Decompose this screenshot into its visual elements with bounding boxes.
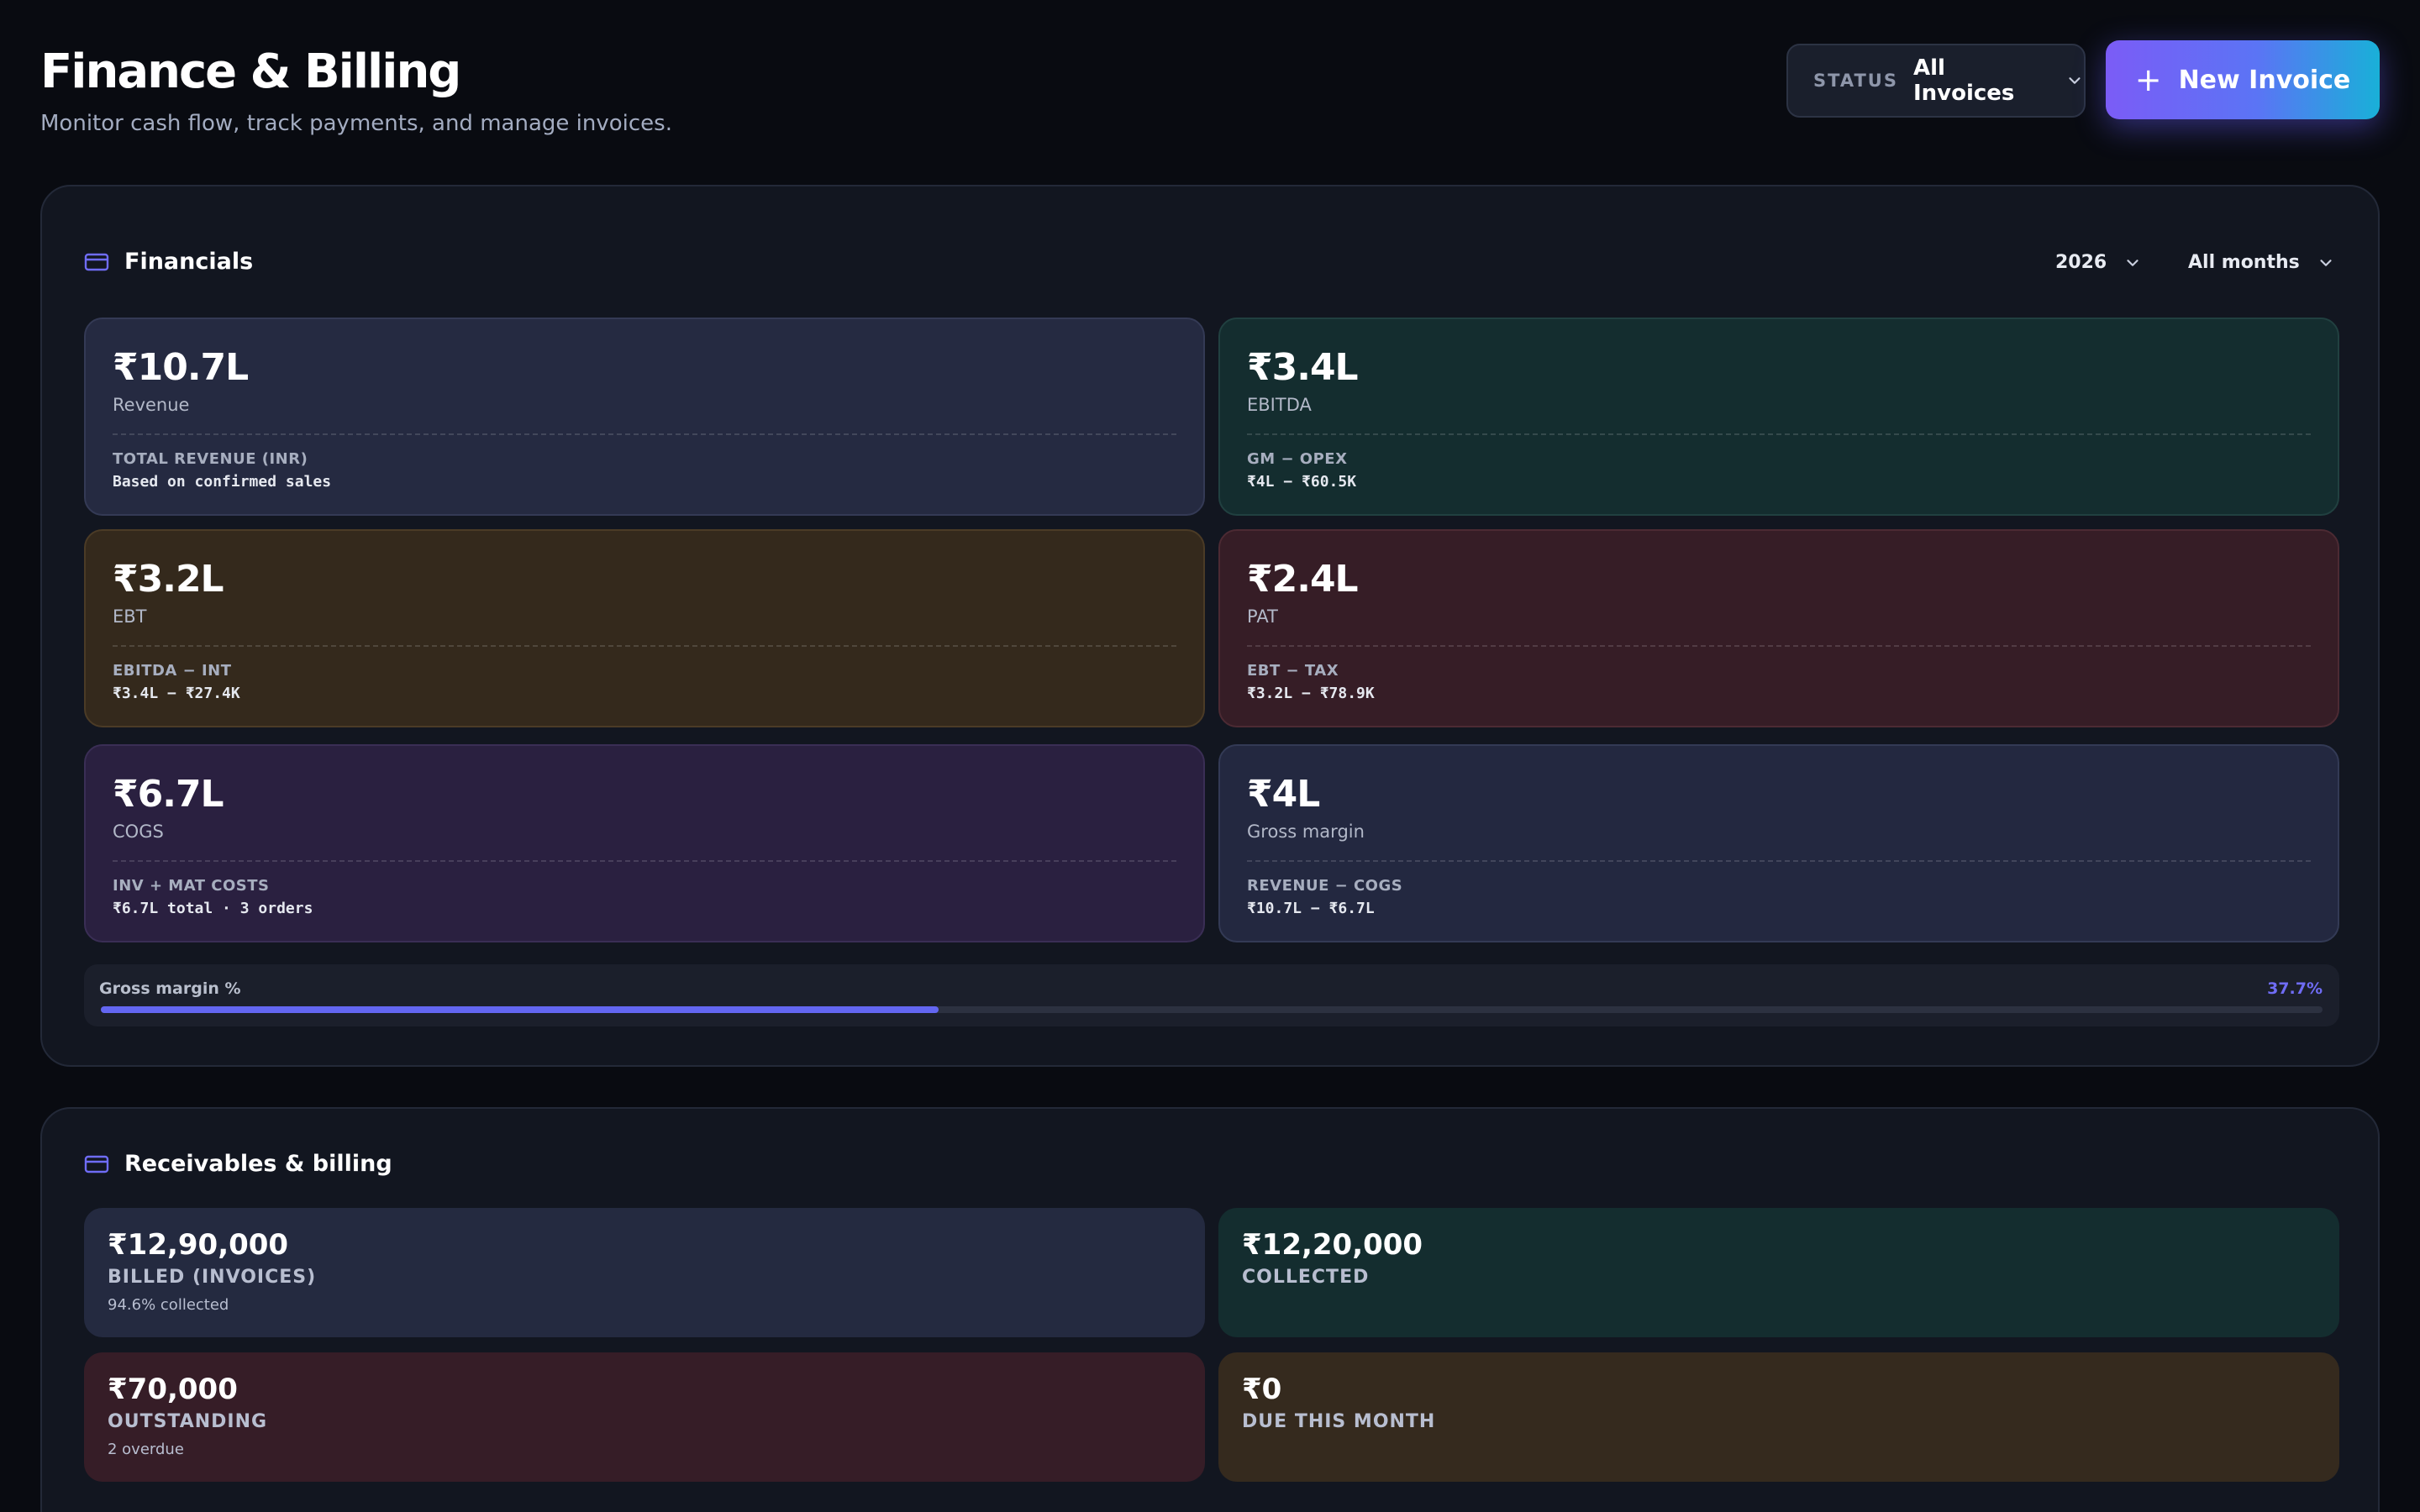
card-formula-value: Based on confirmed sales [113,473,332,491]
card-value: ₹10.7L [113,346,249,389]
plus-icon: + [2134,61,2162,98]
chevron-down-icon [2127,259,2139,266]
outstanding-card: ₹70,000 OUTSTANDING 2 overdue [84,1352,1205,1482]
card-divider [113,860,1176,862]
pat-card: ₹2.4L PAT EBT − TAX ₹3.2L − ₹78.9K [1218,529,2339,727]
card-subtext: 2 overdue [108,1441,184,1458]
card-value: ₹0 [1242,1373,1282,1406]
card-value: ₹2.4L [1247,558,1359,601]
page: Finance & Billing Monitor cash flow, tra… [0,0,2420,1512]
year-value: 2026 [2055,252,2107,273]
month-dropdown[interactable]: All months [2188,252,2335,273]
ebitda-card: ₹3.4L EBITDA GM − OPEX ₹4L − ₹60.5K [1218,318,2339,516]
card-label: DUE THIS MONTH [1242,1411,1436,1432]
card-formula-value: ₹6.7L total · 3 orders [113,900,313,917]
receivables-header: Receivables & billing [84,1151,392,1177]
card-formula-label: INV + MAT COSTS [113,877,270,895]
card-divider [1247,860,2311,862]
chevron-down-icon [2320,259,2332,266]
page-header: Finance & Billing Monitor cash flow, tra… [40,42,672,136]
collected-card: ₹12,20,000 COLLECTED [1218,1208,2339,1337]
card-value: ₹70,000 [108,1373,238,1406]
card-label: Gross margin [1247,822,1365,842]
receivables-title: Receivables & billing [124,1151,392,1177]
card-value: ₹6.7L [113,773,224,816]
card-divider [113,645,1176,647]
progress-fill [101,1006,939,1013]
card-label: PAT [1247,606,1278,627]
credit-card-icon [84,253,109,270]
gross-margin-progress-label: Gross margin % [99,979,241,998]
card-label: EBITDA [1247,395,1312,415]
card-subtext: 94.6% collected [108,1296,229,1314]
revenue-card: ₹10.7L Revenue TOTAL REVENUE (INR) Based… [84,318,1205,516]
card-value: ₹3.4L [1247,346,1359,389]
gross-margin-progress-value: 37.7% [2267,979,2323,998]
card-label: Revenue [113,395,190,415]
due-this-month-card: ₹0 DUE THIS MONTH [1218,1352,2339,1482]
card-formula-value: ₹4L − ₹60.5K [1247,473,1357,491]
receivables-panel: Receivables & billing ₹12,90,000 BILLED … [40,1107,2380,1512]
status-filter-value: All Invoices [1912,55,2015,106]
financials-header: Financials [84,249,253,275]
ebt-card: ₹3.2L EBT EBITDA − INT ₹3.4L − ₹27.4K [84,529,1205,727]
card-formula-label: TOTAL REVENUE (INR) [113,450,308,468]
financials-title: Financials [124,249,254,275]
gross-margin-progress: Gross margin % 37.7% [84,964,2339,1026]
chevron-down-icon [2069,77,2081,84]
card-formula-label: EBT − TAX [1247,662,1339,680]
card-label: OUTSTANDING [108,1411,268,1432]
card-label: COGS [113,822,164,842]
card-formula-value: ₹3.4L − ₹27.4K [113,685,240,702]
card-divider [1247,433,2311,435]
cogs-card: ₹6.7L COGS INV + MAT COSTS ₹6.7L total ·… [84,744,1205,942]
card-label: COLLECTED [1242,1267,1370,1288]
card-value: ₹4L [1247,773,1320,816]
card-value: ₹12,90,000 [108,1228,289,1262]
card-formula-value: ₹10.7L − ₹6.7L [1247,900,1375,917]
card-divider [113,433,1176,435]
year-dropdown[interactable]: 2026 [2055,252,2142,273]
card-divider [1247,645,2311,647]
new-invoice-label: New Invoice [2178,65,2351,95]
card-value: ₹12,20,000 [1242,1228,1423,1262]
card-formula-label: GM − OPEX [1247,450,1348,468]
card-formula-label: EBITDA − INT [113,662,232,680]
progress-track [101,1006,2323,1013]
credit-card-icon [84,1155,109,1173]
status-filter-dropdown[interactable]: STATUS All Invoices [1786,44,2086,118]
status-filter-label: STATUS [1813,71,1898,91]
card-value: ₹3.2L [113,558,224,601]
month-value: All months [2188,252,2300,273]
card-formula-value: ₹3.2L − ₹78.9K [1247,685,1375,702]
gross-margin-card: ₹4L Gross margin REVENUE − COGS ₹10.7L −… [1218,744,2339,942]
billed-card: ₹12,90,000 BILLED (INVOICES) 94.6% colle… [84,1208,1205,1337]
card-formula-label: REVENUE − COGS [1247,877,1403,895]
card-label: BILLED (INVOICES) [108,1267,317,1288]
new-invoice-button[interactable]: + New Invoice [2106,40,2380,119]
page-title: Finance & Billing [40,45,461,99]
card-label: EBT [113,606,147,627]
page-subtitle: Monitor cash flow, track payments, and m… [40,111,672,136]
financials-panel: Financials 2026 All months ₹10.7L Revenu… [40,185,2380,1067]
